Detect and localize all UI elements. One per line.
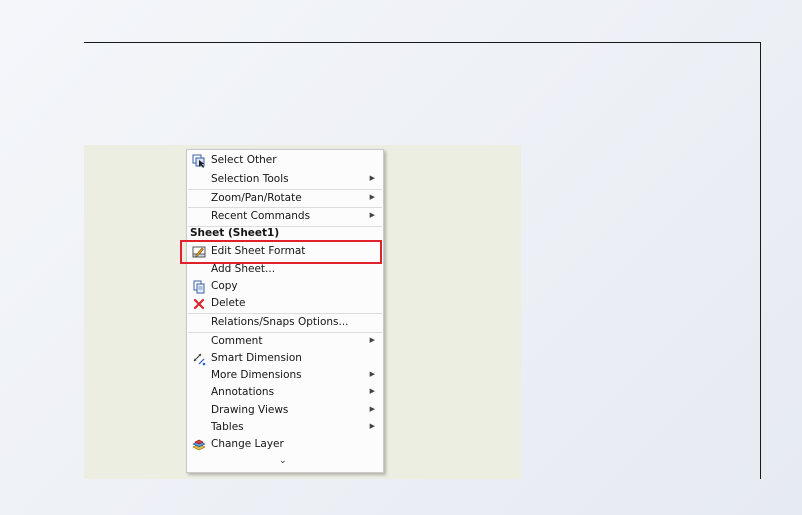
submenu-arrow-icon: ▶ [369, 336, 375, 344]
smart-dimension-icon [191, 351, 206, 366]
drawing-sheet-top-border [84, 42, 761, 43]
menu-item-drawing-views[interactable]: Drawing Views ▶ [187, 402, 383, 419]
submenu-arrow-icon: ▶ [369, 370, 375, 378]
menu-item-comment[interactable]: Comment ▶ [187, 333, 383, 350]
menu-item-tables[interactable]: Tables ▶ [187, 419, 383, 436]
submenu-arrow-icon: ▶ [369, 405, 375, 413]
submenu-arrow-icon: ▶ [369, 422, 375, 430]
context-menu: Select Other Selection Tools ▶ Zoom/Pan/… [186, 149, 384, 473]
change-layer-icon [191, 437, 206, 452]
menu-item-selection-tools[interactable]: Selection Tools ▶ [187, 171, 383, 188]
submenu-arrow-icon: ▶ [369, 211, 375, 219]
submenu-arrow-icon: ▶ [369, 174, 375, 182]
copy-icon [191, 279, 206, 294]
select-other-icon [191, 153, 206, 168]
highlight-box-edit-sheet-format [180, 240, 382, 264]
menu-item-copy[interactable]: Copy [187, 278, 383, 295]
menu-item-select-other[interactable]: Select Other [187, 152, 383, 169]
submenu-arrow-icon: ▶ [369, 193, 375, 201]
menu-item-smart-dimension[interactable]: Smart Dimension [187, 350, 383, 367]
submenu-arrow-icon: ▶ [369, 387, 375, 395]
menu-item-more-dimensions[interactable]: More Dimensions ▶ [187, 367, 383, 384]
menu-item-annotations[interactable]: Annotations ▶ [187, 384, 383, 401]
menu-item-recent-commands[interactable]: Recent Commands ▶ [187, 208, 383, 225]
expand-menu-chevron-icon[interactable]: ⌄ [279, 456, 287, 466]
menu-item-delete[interactable]: Delete [187, 295, 383, 312]
delete-icon [191, 296, 206, 311]
menu-item-relations-snaps-options[interactable]: Relations/Snaps Options... [187, 314, 383, 331]
menu-item-zoom-pan-rotate[interactable]: Zoom/Pan/Rotate ▶ [187, 190, 383, 207]
menu-item-change-layer[interactable]: Change Layer [187, 436, 383, 453]
drawing-sheet-right-border [760, 42, 761, 479]
menu-section-header: Sheet (Sheet1) [190, 227, 280, 239]
